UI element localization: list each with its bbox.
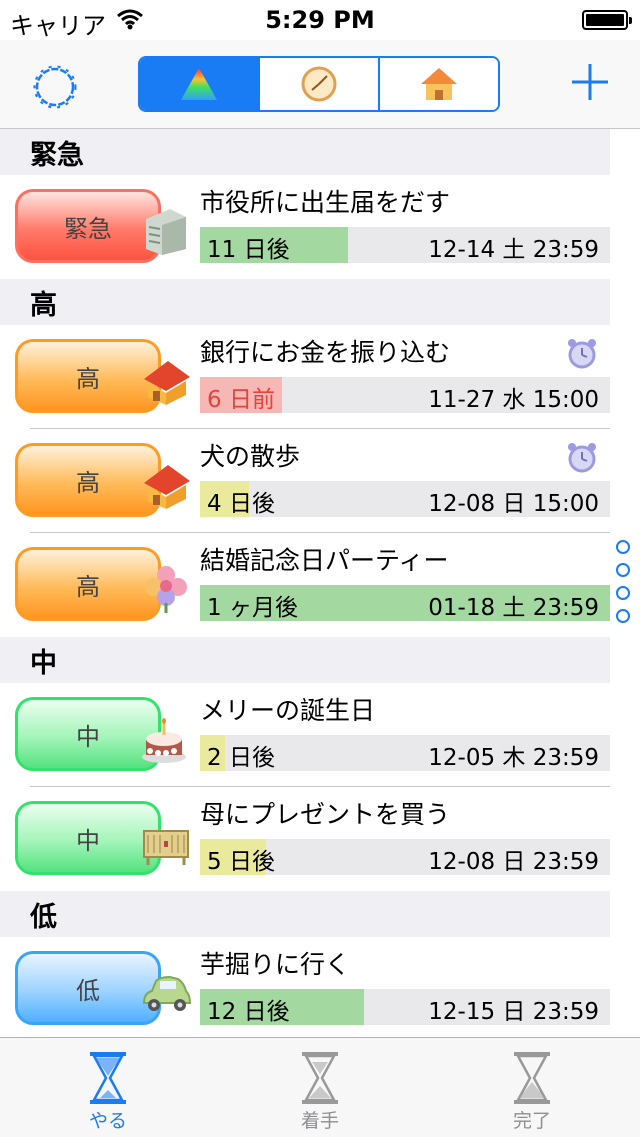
tab-todo[interactable]: やる [48, 1050, 168, 1133]
hourglass-icon [90, 1052, 126, 1104]
page-dot [616, 563, 630, 577]
section-header-label: 高 [30, 290, 57, 321]
view-segmented-control [138, 56, 500, 112]
due-progress-bar: 5 日後 12-08 日 23:59 [200, 839, 610, 875]
car-icon [142, 975, 192, 1011]
task-title: 市役所に出生届をだす [200, 188, 451, 217]
page-dot [616, 609, 630, 623]
due-progress-bar: 4 日後 12-08 日 15:00 [200, 481, 610, 517]
relative-due: 2 日後 [207, 745, 275, 771]
settings-gear-icon[interactable] [30, 62, 80, 112]
due-progress-bar: 1 ヶ月後 01-18 土 23:59 [200, 585, 610, 621]
section-header-label: 緊急 [30, 140, 84, 171]
house-icon [144, 361, 190, 405]
segment-time[interactable] [260, 58, 380, 110]
page-dot [616, 586, 630, 600]
tab-in-progress[interactable]: 着手 [260, 1050, 380, 1133]
task-row[interactable]: 中 メリーの誕生日 2 日後 12-05 木 23:59 [0, 683, 610, 787]
task-row[interactable]: 中 母にプレゼントを買う 5 日後 12-08 日 23:59 [0, 787, 610, 891]
section-header-urgent: 緊急 [0, 129, 610, 175]
clock-icon [301, 66, 337, 102]
due-progress-bar: 11 日後 12-14 土 23:59 [200, 227, 610, 263]
relative-due: 6 日前 [207, 387, 275, 413]
due-datetime: 12-15 日 23:59 [428, 999, 599, 1025]
task-row[interactable]: 高 結婚記念日パーティー 1 ヶ月後 01-18 土 23:59 [0, 533, 610, 637]
tab-label: 着手 [300, 1110, 339, 1132]
status-bar: キャリア 5:29 PM [0, 0, 640, 40]
due-datetime: 11-27 水 15:00 [428, 387, 599, 413]
add-task-button[interactable] [570, 62, 610, 102]
due-datetime: 01-18 土 23:59 [428, 595, 599, 621]
section-header-low: 低 [0, 891, 610, 937]
task-title: メリーの誕生日 [200, 696, 376, 725]
alarm-clock-icon [568, 339, 596, 369]
relative-due: 1 ヶ月後 [207, 595, 298, 621]
navigation-bar [0, 40, 640, 129]
tab-bar: やる 着手 完了 [0, 1037, 640, 1137]
relative-due: 12 日後 [207, 999, 290, 1025]
house-icon [144, 465, 190, 509]
flower-icon [145, 566, 187, 613]
building-icon [146, 209, 186, 255]
tab-label: 完了 [512, 1110, 551, 1132]
hourglass-icon [302, 1052, 338, 1104]
tab-label: やる [88, 1110, 127, 1132]
task-title: 芋掘りに行く [200, 950, 351, 979]
task-title: 銀行にお金を振り込む [200, 338, 451, 367]
task-title: 母にプレゼントを買う [200, 800, 451, 829]
due-progress-bar: 12 日後 12-15 日 23:59 [200, 989, 610, 1025]
relative-due: 11 日後 [207, 237, 290, 263]
task-row[interactable]: 緊急 市役所に出生届をだす 11 日後 12-14 土 23:59 [0, 175, 610, 279]
task-row[interactable]: 低 芋掘りに行く 12 日後 12-15 日 23:59 [0, 937, 610, 1041]
due-datetime: 12-05 木 23:59 [428, 745, 599, 771]
section-header-medium: 中 [0, 637, 610, 683]
gift-box-icon [143, 830, 189, 865]
task-row[interactable]: 高 銀行にお金を振り込む 6 日前 11-27 水 15:00 [0, 325, 610, 429]
pyramid-icon [181, 68, 217, 100]
due-progress-bar: 6 日前 11-27 水 15:00 [200, 377, 610, 413]
task-title: 犬の散歩 [200, 442, 301, 471]
clock-time: 5:29 PM [265, 6, 375, 34]
section-header-label: 低 [30, 902, 57, 933]
hourglass-icon [514, 1052, 550, 1104]
section-header-high: 高 [0, 279, 610, 325]
due-datetime: 12-08 日 23:59 [428, 849, 599, 875]
task-title: 結婚記念日パーティー [200, 546, 449, 575]
section-header-label: 中 [30, 648, 57, 679]
segment-category[interactable] [380, 58, 498, 110]
due-progress-bar: 2 日後 12-05 木 23:59 [200, 735, 610, 771]
relative-due: 5 日後 [207, 849, 275, 875]
due-datetime: 12-14 土 23:59 [428, 237, 599, 263]
house-icon [421, 68, 457, 100]
tab-done[interactable]: 完了 [472, 1050, 592, 1133]
cake-icon [142, 718, 186, 763]
alarm-clock-icon [568, 443, 596, 473]
due-datetime: 12-08 日 15:00 [428, 491, 599, 517]
segment-priority[interactable] [140, 58, 260, 110]
page-dot [616, 540, 630, 554]
page-indicator[interactable] [614, 540, 634, 632]
battery-icon [582, 10, 632, 30]
relative-due: 4 日後 [207, 491, 275, 517]
task-row[interactable]: 高 犬の散歩 4 日後 12-08 日 15:00 [0, 429, 610, 533]
